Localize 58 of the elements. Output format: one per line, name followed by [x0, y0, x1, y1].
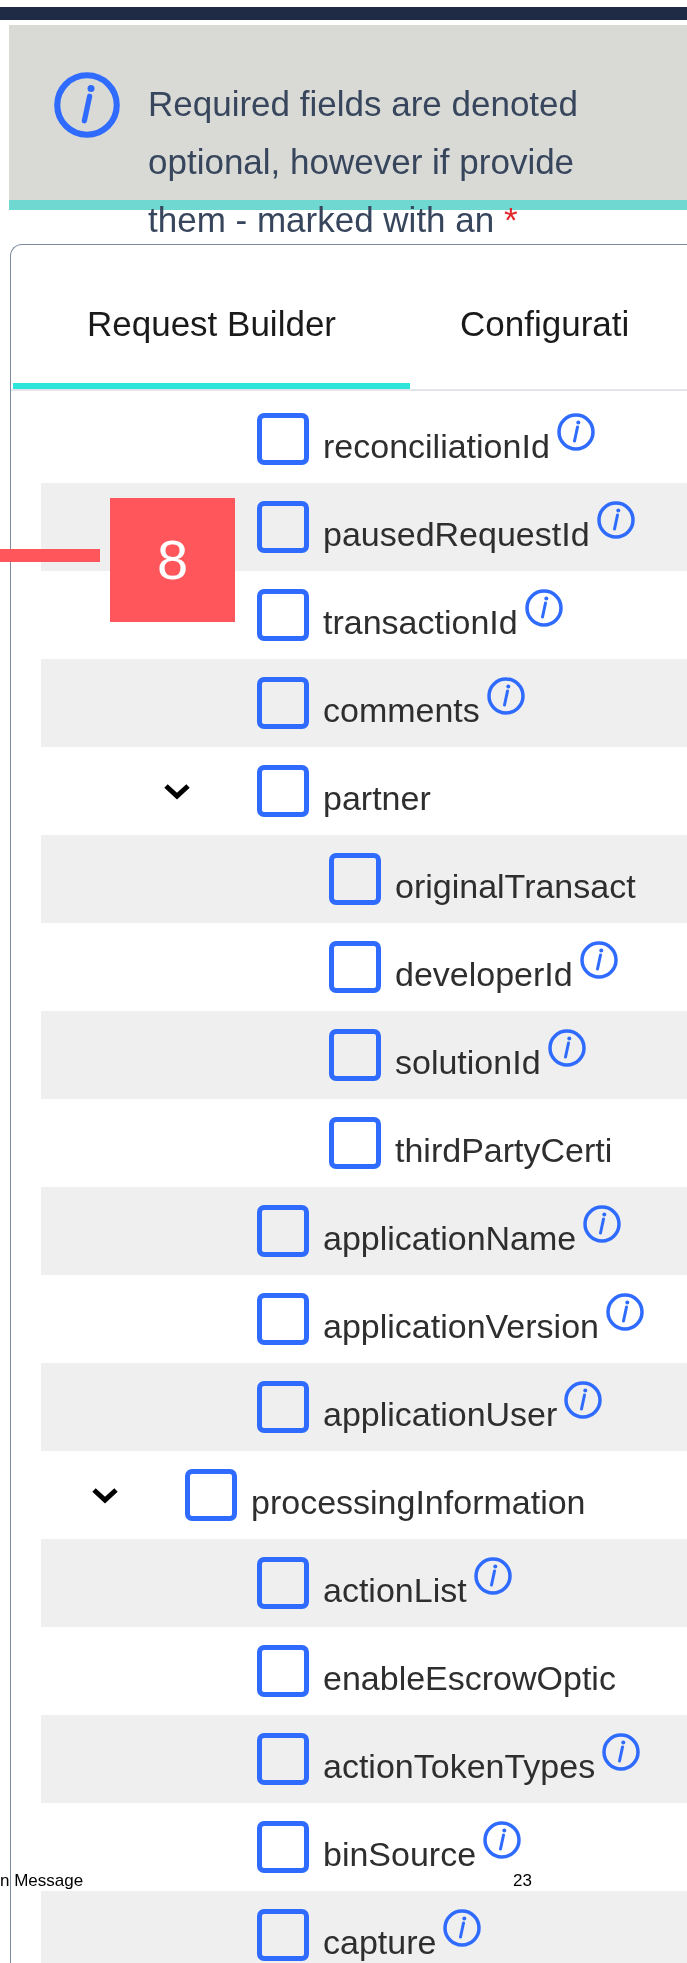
field-label: applicationUser: [323, 1393, 558, 1435]
field-label: applicationVersion: [323, 1305, 599, 1347]
checkbox[interactable]: [257, 677, 309, 729]
chevron-down-icon[interactable]: [162, 781, 192, 801]
checkbox[interactable]: [257, 589, 309, 641]
info-icon[interactable]: [523, 588, 564, 628]
info-icon[interactable]: [601, 1732, 642, 1772]
info-icon[interactable]: [52, 70, 122, 140]
notice-text: Required fields are denoted optional, however if provide them - marked with an *: [148, 83, 578, 241]
checkbox[interactable]: [329, 941, 381, 993]
checkbox[interactable]: [257, 1557, 309, 1609]
info-icon[interactable]: [582, 1204, 623, 1244]
info-icon[interactable]: [578, 940, 619, 980]
field-label: processingInformation: [251, 1481, 586, 1523]
callout-badge: 8: [110, 498, 235, 622]
field-label: pausedRequestId: [323, 513, 590, 555]
field-label: transactionId: [323, 601, 518, 643]
checkbox[interactable]: [257, 1733, 309, 1785]
info-icon[interactable]: [555, 412, 596, 452]
checkbox[interactable]: [329, 1117, 381, 1169]
checkbox[interactable]: [329, 1029, 381, 1081]
checkbox[interactable]: [185, 1469, 237, 1521]
page-number: 23: [513, 1870, 532, 1892]
checkbox[interactable]: [257, 501, 309, 553]
checkbox[interactable]: [329, 853, 381, 905]
field-label: capture: [323, 1921, 437, 1963]
info-icon[interactable]: [604, 1292, 645, 1332]
field-label: actionList: [323, 1569, 467, 1611]
checkbox[interactable]: [257, 1381, 309, 1433]
info-icon[interactable]: [482, 1820, 523, 1860]
field-label: applicationName: [323, 1217, 577, 1259]
info-icon[interactable]: [595, 500, 636, 540]
info-icon[interactable]: [442, 1908, 483, 1948]
chevron-down-icon[interactable]: [90, 1485, 120, 1505]
field-label: binSource: [323, 1833, 477, 1875]
checkbox[interactable]: [257, 1909, 309, 1961]
field-label: solutionId: [395, 1041, 541, 1083]
field-label: partner: [323, 777, 431, 819]
checkbox[interactable]: [257, 765, 309, 817]
field-label: developerId: [395, 953, 573, 995]
footer-text: n Message: [0, 1870, 84, 1892]
field-label: enableEscrowOptic: [323, 1657, 616, 1699]
info-icon[interactable]: [546, 1028, 587, 1068]
checkbox[interactable]: [257, 413, 309, 465]
field-label: actionTokenTypes: [323, 1745, 596, 1787]
checkbox[interactable]: [257, 1293, 309, 1345]
checkbox[interactable]: [257, 1645, 309, 1697]
info-icon[interactable]: [472, 1556, 513, 1596]
info-icon[interactable]: [563, 1380, 604, 1420]
field-label: comments: [323, 689, 480, 731]
field-label: thirdPartyCerti: [395, 1129, 613, 1171]
tab[interactable]: Request Builder: [13, 245, 410, 389]
field-label: originalTransact: [395, 865, 636, 907]
info-icon[interactable]: [485, 676, 526, 716]
checkbox[interactable]: [257, 1205, 309, 1257]
field-label: reconciliationId: [323, 425, 550, 467]
tab[interactable]: Configurati: [410, 245, 630, 389]
checkbox[interactable]: [257, 1821, 309, 1873]
